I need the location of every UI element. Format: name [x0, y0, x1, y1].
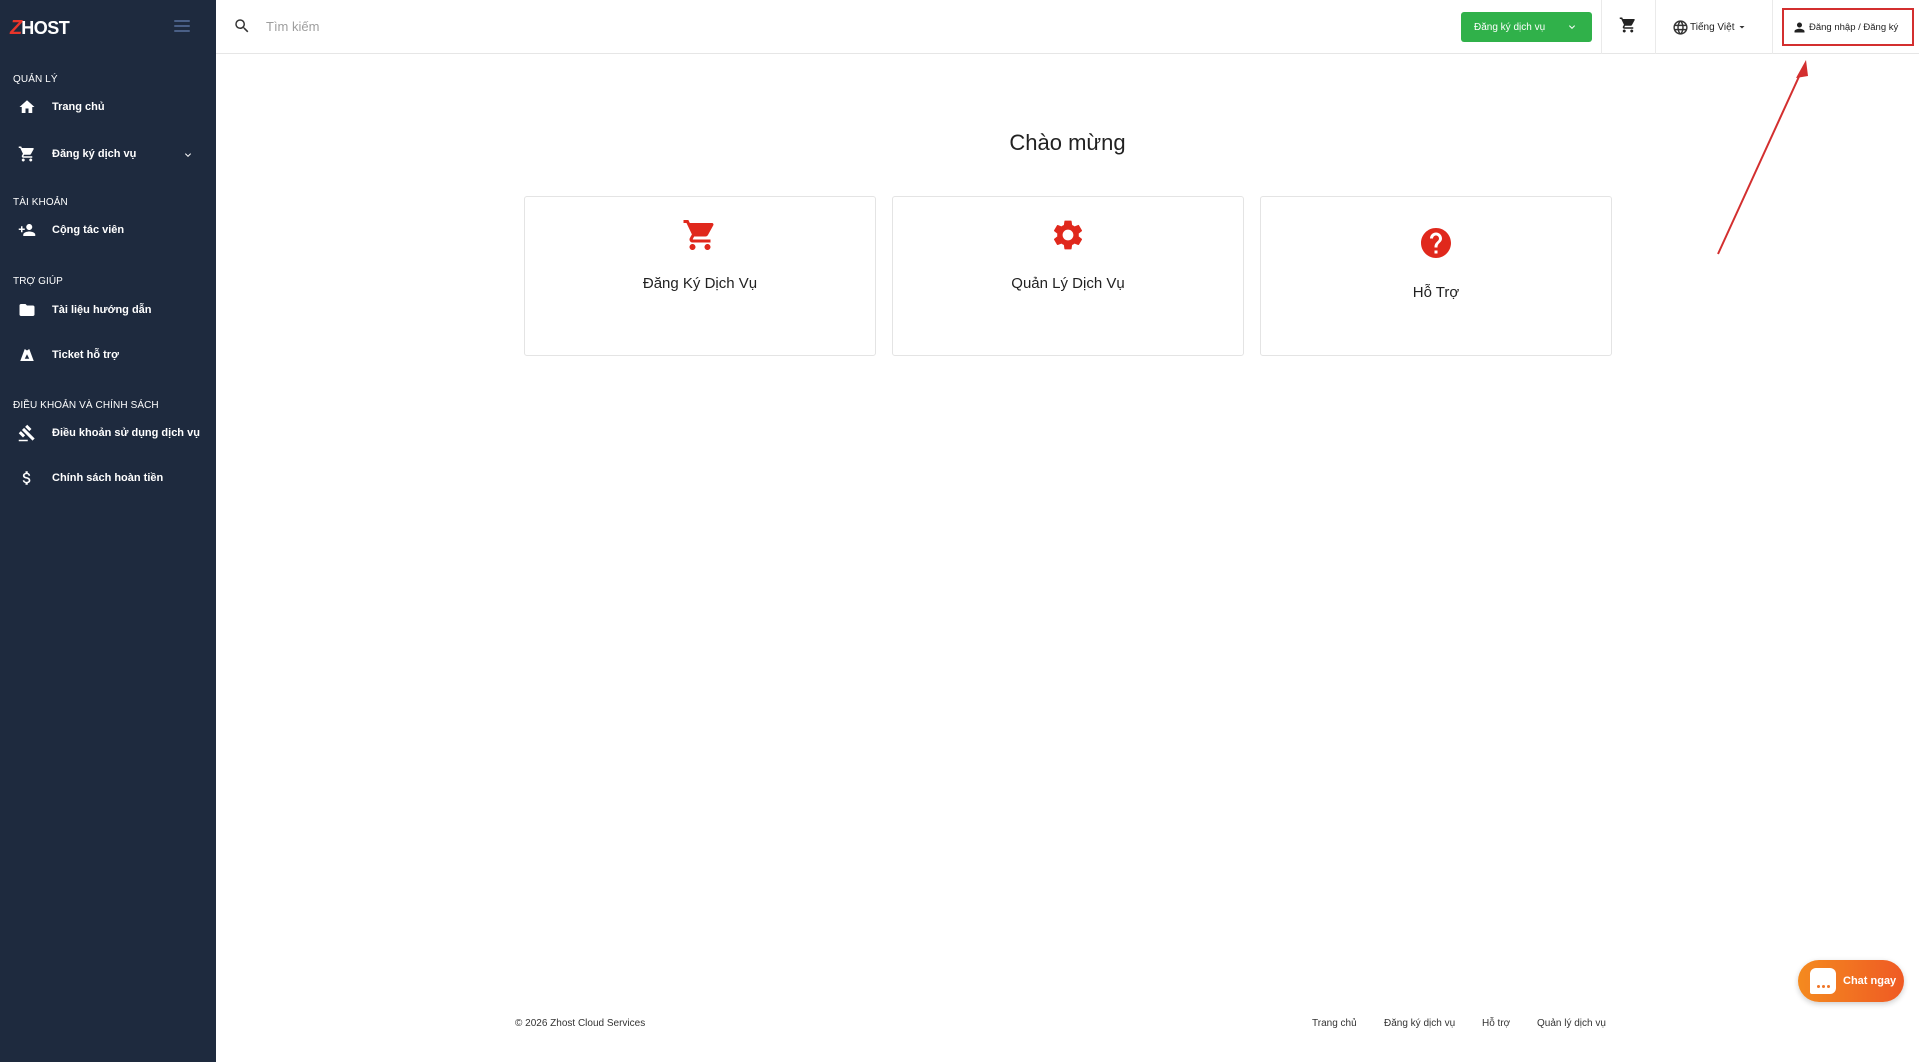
globe-icon [1673, 19, 1688, 35]
card-label: Đăng Ký Dịch Vụ [642, 275, 758, 292]
ticket-icon [17, 345, 37, 365]
card-register-service[interactable]: Đăng Ký Dịch Vụ [524, 196, 876, 356]
brand-logo[interactable]: Z HOST [10, 16, 70, 40]
language-selector[interactable]: Tiếng Việt [1672, 16, 1748, 38]
topbar-divider [1655, 0, 1656, 54]
cart-icon [17, 144, 37, 164]
sidebar-item-collaborator[interactable]: Cộng tác viên [0, 212, 216, 248]
sidebar-item-register-service[interactable]: Đăng ký dịch vụ [0, 136, 216, 172]
login-register-button[interactable]: Đăng nhập / Đăng ký [1782, 8, 1914, 46]
sidebar-item-refund-policy[interactable]: Chính sách hoàn tiền [0, 460, 216, 496]
sidebar-item-label: Cộng tác viên [52, 224, 125, 236]
search-input[interactable] [266, 15, 766, 37]
brand-logo-host: HOST [21, 17, 70, 38]
sidebar-item-label: Chính sách hoàn tiền [52, 472, 164, 484]
section-title-tai-khoan: TÀI KHOẢN [13, 197, 68, 208]
topbar-divider [1601, 0, 1602, 54]
chat-bubble-icon [1810, 968, 1836, 994]
search-icon[interactable] [233, 17, 251, 35]
footer-link-home[interactable]: Trang chủ [1312, 1018, 1357, 1029]
chat-now-button[interactable]: Chat ngay [1798, 960, 1904, 1002]
chevron-down-icon[interactable] [182, 148, 194, 160]
card-support[interactable]: Hỗ Trợ [1260, 196, 1612, 356]
section-title-quan-ly: QUẢN LÝ [13, 74, 58, 85]
topbar-divider [1772, 0, 1773, 54]
user-icon [1794, 22, 1805, 32]
gear-icon [893, 217, 1243, 253]
sidebar-item-label: Tài liệu hướng dẫn [52, 304, 152, 316]
sidebar-item-terms[interactable]: Điều khoản sử dụng dịch vụ [0, 415, 216, 451]
page-title: Chào mừng [1009, 130, 1126, 155]
footer-link-manage-service[interactable]: Quản lý dịch vụ [1537, 1018, 1606, 1029]
copyright-text: © 2026 Zhost Cloud Services [515, 1018, 646, 1029]
home-icon [17, 97, 37, 117]
chevron-down-icon [1566, 21, 1578, 33]
sidebar-item-label: Trang chủ [52, 101, 105, 113]
footer-link-support[interactable]: Hỗ trợ [1482, 1018, 1510, 1029]
menu-toggle-icon[interactable] [174, 20, 190, 32]
section-title-tro-giup: TRỢ GIÚP [13, 276, 63, 287]
dollar-icon [17, 468, 37, 488]
user-add-icon [17, 220, 37, 240]
card-label: Quản Lý Dịch Vụ [1011, 275, 1125, 292]
register-service-label: Đăng ký dịch vụ [1474, 21, 1546, 33]
sidebar-item-label: Điều khoản sử dụng dịch vụ [52, 427, 200, 439]
chat-now-label: Chat ngay [1843, 975, 1897, 987]
annotation-arrow [1717, 60, 1808, 255]
caret-down-icon [1739, 26, 1745, 29]
cart-icon[interactable] [1619, 16, 1641, 38]
footer-link-register-service[interactable]: Đăng ký dịch vụ [1384, 1018, 1455, 1029]
help-icon [1261, 225, 1611, 261]
register-service-button[interactable]: Đăng ký dịch vụ [1461, 12, 1592, 42]
sidebar-item-home[interactable]: Trang chủ [0, 89, 216, 125]
folder-icon [17, 300, 37, 320]
login-register-label: Đăng nhập / Đăng ký [1809, 21, 1899, 33]
topbar: Đăng ký dịch vụ Tiếng Việt Đăng nhập / Đ… [216, 0, 1919, 54]
section-title-dieu-khoan: ĐIỀU KHOẢN VÀ CHÍNH SÁCH [13, 400, 159, 411]
card-manage-service[interactable]: Quản Lý Dịch Vụ [892, 196, 1244, 356]
language-label: Tiếng Việt [1690, 21, 1735, 33]
sidebar-item-ticket[interactable]: Ticket hỗ trợ [0, 337, 216, 373]
sidebar-item-label: Đăng ký dịch vụ [52, 148, 137, 160]
sidebar: Z HOST QUẢN LÝ Trang chủ Đăng ký dịch vụ… [0, 0, 216, 1062]
brand-logo-z: Z [10, 16, 22, 39]
sidebar-item-docs[interactable]: Tài liệu hướng dẫn [0, 292, 216, 328]
sidebar-item-label: Ticket hỗ trợ [52, 349, 119, 361]
cart-icon [525, 217, 875, 253]
card-label: Hỗ Trợ [1412, 284, 1460, 301]
gavel-icon [17, 423, 37, 443]
